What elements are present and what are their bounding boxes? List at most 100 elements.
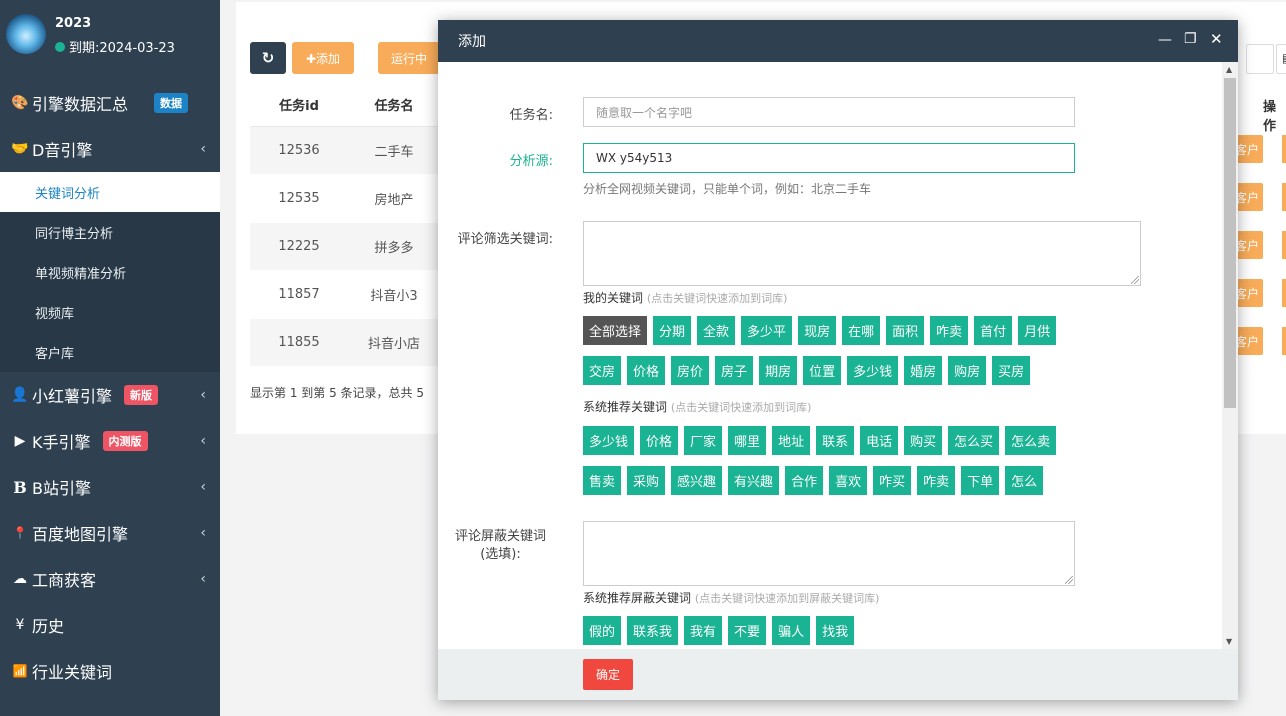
keyword-tag[interactable]: 合作 (785, 466, 824, 495)
keyword-tag[interactable]: 怎么买 (948, 426, 1000, 455)
keyword-tag[interactable]: 月供 (1018, 316, 1057, 345)
keyword-tag[interactable]: 有兴趣 (728, 466, 780, 495)
scroll-up-icon[interactable]: ▲ (1226, 65, 1232, 74)
keyword-tag[interactable]: 婚房 (904, 356, 943, 385)
table-row[interactable]: 12225 拼多多 (250, 222, 440, 271)
dialog-scrollbar[interactable]: ▲ ▼ (1222, 62, 1238, 649)
submenu-customer-library[interactable]: 客户库 (0, 332, 220, 372)
col-task-name[interactable]: 任务名 (348, 84, 440, 127)
keyword-tag[interactable]: 联系 (816, 426, 855, 455)
keyword-tag[interactable]: 地址 (772, 426, 811, 455)
table-row[interactable]: 11857 抖音小3 (250, 270, 440, 319)
resize-handle[interactable] (1065, 576, 1073, 584)
keyword-tag[interactable]: 首付 (974, 316, 1013, 345)
block-keywords-textarea[interactable] (583, 521, 1075, 586)
nav-business-leads[interactable]: ☁ 工商获客 ‹ (0, 556, 220, 602)
keyword-tag[interactable]: 全款 (697, 316, 736, 345)
add-task-dialog: 添加 — ❐ ✕ 任务名: 随意取一个名字吧 分析源: WX y54y513 分… (438, 20, 1238, 700)
maximize-icon[interactable]: ❐ (1184, 31, 1197, 47)
keyword-tag[interactable]: 咋卖 (930, 316, 969, 345)
keyword-tag[interactable]: 位置 (803, 356, 842, 385)
keyword-tag[interactable]: 咋卖 (917, 466, 956, 495)
keyword-tag[interactable]: 房子 (715, 356, 754, 385)
add-button[interactable]: ✚添加 (292, 42, 354, 74)
nav-industry-keywords[interactable]: 📶 行业关键词 (0, 648, 220, 694)
keyword-tag[interactable]: 下单 (961, 466, 1000, 495)
source-input[interactable]: WX y54y513 (583, 143, 1075, 173)
block-keyword-tag[interactable]: 骗人 (772, 616, 811, 645)
keyword-tag[interactable]: 购买 (904, 426, 943, 455)
keyword-tag[interactable]: 购房 (948, 356, 987, 385)
table-row[interactable]: 12535 房地产 (250, 174, 440, 223)
keyword-tag[interactable]: 期房 (759, 356, 798, 385)
keyword-tag[interactable]: 喜欢 (829, 466, 868, 495)
col-task-id[interactable]: 任务id (250, 84, 348, 127)
running-button[interactable]: 运行中 (378, 42, 440, 74)
action-button-edge[interactable] (1282, 231, 1286, 259)
block-keyword-tag[interactable]: 不要 (728, 616, 767, 645)
keyword-tag[interactable]: 交房 (583, 356, 622, 385)
expire-date: 到期:2024-03-23 (55, 37, 220, 56)
keyword-tag[interactable]: 怎么卖 (1005, 426, 1057, 455)
keyword-tag[interactable]: 咋买 (873, 466, 912, 495)
nav-kuaishou-engine[interactable]: ▶ K手引擎 内测版 ‹ (0, 418, 220, 464)
task-name-input[interactable]: 随意取一个名字吧 (583, 97, 1075, 127)
my-keywords-row-2: 交房 价格 房价 房子 期房 位置 多少钱 婚房 购房 买房 (583, 356, 1031, 385)
close-icon[interactable]: ✕ (1210, 30, 1223, 48)
dialog-title: 添加 (458, 34, 486, 50)
keyword-tag[interactable]: 怎么 (1005, 466, 1044, 495)
keyword-tag[interactable]: 现房 (798, 316, 837, 345)
refresh-button[interactable]: ↻ (250, 42, 286, 74)
scrollbar-thumb[interactable] (1224, 78, 1236, 408)
table-row[interactable]: 12536 二手车 (250, 126, 440, 175)
columns-toggle-button[interactable] (1246, 44, 1274, 74)
block-keyword-tag[interactable]: 联系我 (627, 616, 679, 645)
play-icon: ▶ (14, 433, 26, 449)
block-keyword-tag[interactable]: 找我 (816, 616, 855, 645)
table-row[interactable]: 11855 抖音小店 (250, 318, 440, 367)
keyword-tag[interactable]: 在哪 (842, 316, 881, 345)
source-label: 分析源: (509, 154, 553, 169)
nav-xiaohongshu-engine[interactable]: 👤 小红薯引擎 新版 ‹ (0, 372, 220, 418)
submenu-keyword-analysis[interactable]: 关键词分析 (0, 172, 220, 212)
nav-baidu-map-engine[interactable]: 📍 百度地图引擎 ‹ (0, 510, 220, 556)
nav-douyin-engine[interactable]: 🤝 D音引擎 ‹ (0, 126, 220, 172)
action-button-edge[interactable] (1282, 279, 1286, 307)
avatar[interactable] (6, 14, 46, 54)
keyword-tag[interactable]: 分期 (653, 316, 692, 345)
block-keyword-tag[interactable]: 假的 (583, 616, 622, 645)
keyword-tag[interactable]: 多少钱 (583, 426, 635, 455)
keyword-tag[interactable]: 买房 (992, 356, 1031, 385)
submenu-video-library[interactable]: 视频库 (0, 292, 220, 332)
submenu-single-video[interactable]: 单视频精准分析 (0, 252, 220, 292)
export-button[interactable]: ▤ (1276, 44, 1286, 74)
keyword-tag[interactable]: 价格 (640, 426, 679, 455)
keyword-tag[interactable]: 售卖 (583, 466, 622, 495)
block-keyword-tag[interactable]: 我有 (684, 616, 723, 645)
action-button-edge[interactable] (1282, 183, 1286, 211)
resize-handle[interactable] (1131, 276, 1139, 284)
submenu-peer-blogger[interactable]: 同行博主分析 (0, 212, 220, 252)
dialog-footer: 确定 (438, 649, 1238, 700)
confirm-button[interactable]: 确定 (583, 659, 633, 690)
keyword-tag[interactable]: 采购 (627, 466, 666, 495)
keyword-tag[interactable]: 厂家 (684, 426, 723, 455)
action-button-edge[interactable] (1282, 327, 1286, 355)
keyword-tag[interactable]: 价格 (627, 356, 666, 385)
keyword-tag[interactable]: 房价 (671, 356, 710, 385)
keyword-tag[interactable]: 感兴趣 (671, 466, 723, 495)
action-button-edge[interactable] (1282, 135, 1286, 163)
minimize-icon[interactable]: — (1158, 32, 1172, 48)
nav-bilibili-engine[interactable]: B B站引擎 ‹ (0, 464, 220, 510)
keyword-tag[interactable]: 面积 (886, 316, 925, 345)
keyword-tag[interactable]: 多少钱 (847, 356, 899, 385)
keyword-tag[interactable]: 哪里 (728, 426, 767, 455)
douyin-submenu: 关键词分析 同行博主分析 单视频精准分析 视频库 客户库 (0, 172, 220, 372)
scroll-down-icon[interactable]: ▼ (1226, 637, 1232, 646)
select-all-tag[interactable]: 全部选择 (583, 316, 648, 345)
keyword-tag[interactable]: 电话 (860, 426, 899, 455)
nav-history[interactable]: ¥ 历史 (0, 602, 220, 648)
keyword-tag[interactable]: 多少平 (741, 316, 793, 345)
filter-keywords-textarea[interactable] (583, 221, 1141, 286)
nav-engine-summary[interactable]: 🎨 引擎数据汇总 数据 (0, 80, 220, 126)
